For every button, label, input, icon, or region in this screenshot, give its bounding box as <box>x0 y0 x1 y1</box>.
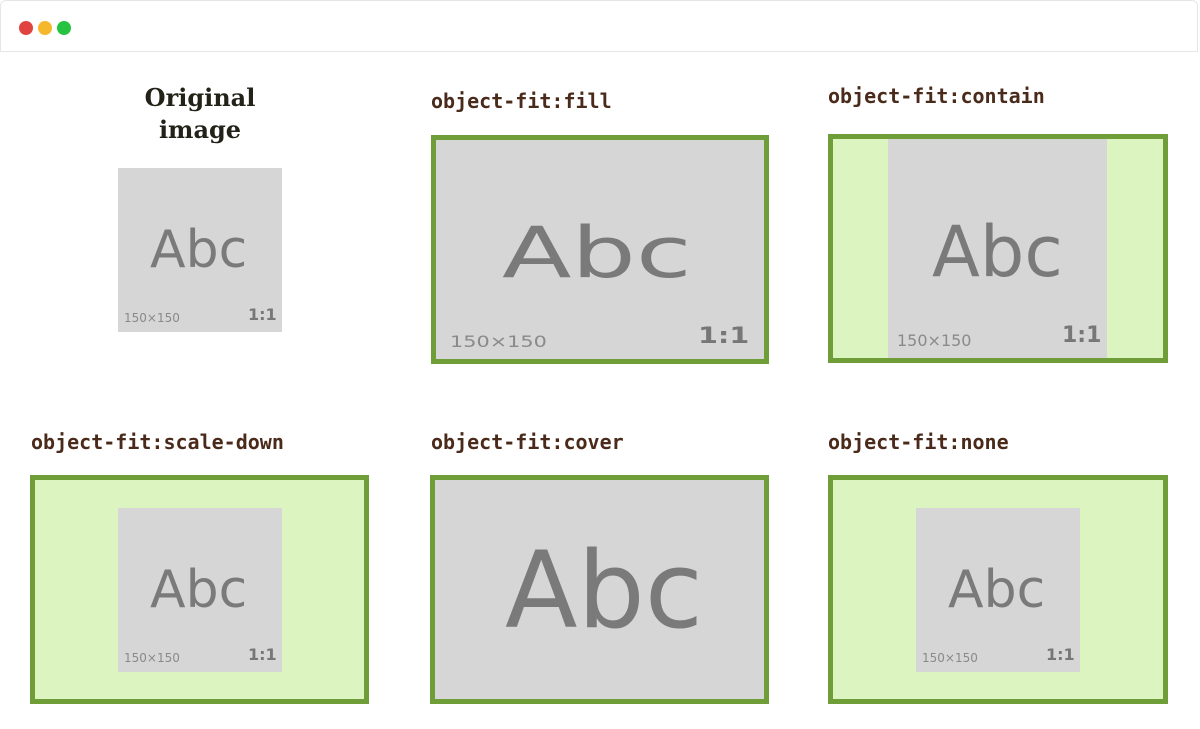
image-dimensions: 150×150 <box>124 311 180 325</box>
image-ratio: 1:1 <box>698 324 750 349</box>
minimize-window-icon[interactable] <box>38 21 52 35</box>
contain-demo-frame: Abc 150×150 1:1 <box>828 134 1168 363</box>
original-image-heading: Original image <box>144 83 256 144</box>
fill-label: object-fit:fill <box>431 89 612 113</box>
scale-down-demo-frame: Abc 150×150 1:1 <box>30 475 369 704</box>
none-image: Abc 150×150 1:1 <box>916 508 1080 672</box>
image-text: Abc <box>150 560 248 620</box>
image-text: Abc <box>948 560 1046 620</box>
contain-image: Abc 150×150 1:1 <box>888 139 1107 358</box>
image-dimensions: 150×150 <box>450 332 547 351</box>
window-title-bar <box>0 0 1198 52</box>
cover-image: Abc <box>435 480 764 699</box>
image-text: Abc <box>932 211 1063 293</box>
image-text: Abc <box>150 220 248 280</box>
close-window-icon[interactable] <box>19 21 33 35</box>
image-dimensions: 150×150 <box>124 651 180 665</box>
scale-down-image: Abc 150×150 1:1 <box>118 508 282 672</box>
image-ratio: 1:1 <box>1062 323 1102 348</box>
fill-image: Abc 150×150 1:1 <box>436 140 764 359</box>
maximize-window-icon[interactable] <box>57 21 71 35</box>
scale-down-label: object-fit:scale-down <box>31 430 284 454</box>
contain-label: object-fit:contain <box>828 84 1045 108</box>
image-dimensions: 150×150 <box>922 651 978 665</box>
cover-label: object-fit:cover <box>431 430 624 454</box>
cover-demo-frame: Abc <box>430 475 769 704</box>
original-image: Abc 150×150 1:1 <box>118 168 282 332</box>
none-label: object-fit:none <box>828 430 1009 454</box>
image-ratio: 1:1 <box>248 305 277 324</box>
none-demo-frame: Abc 150×150 1:1 <box>828 475 1168 704</box>
image-text: Abc <box>505 529 704 652</box>
image-dimensions: 150×150 <box>897 331 972 350</box>
image-ratio: 1:1 <box>1046 645 1075 664</box>
image-text: Abc <box>502 212 692 294</box>
image-ratio: 1:1 <box>248 645 277 664</box>
fill-demo-frame: Abc 150×150 1:1 <box>431 135 769 364</box>
